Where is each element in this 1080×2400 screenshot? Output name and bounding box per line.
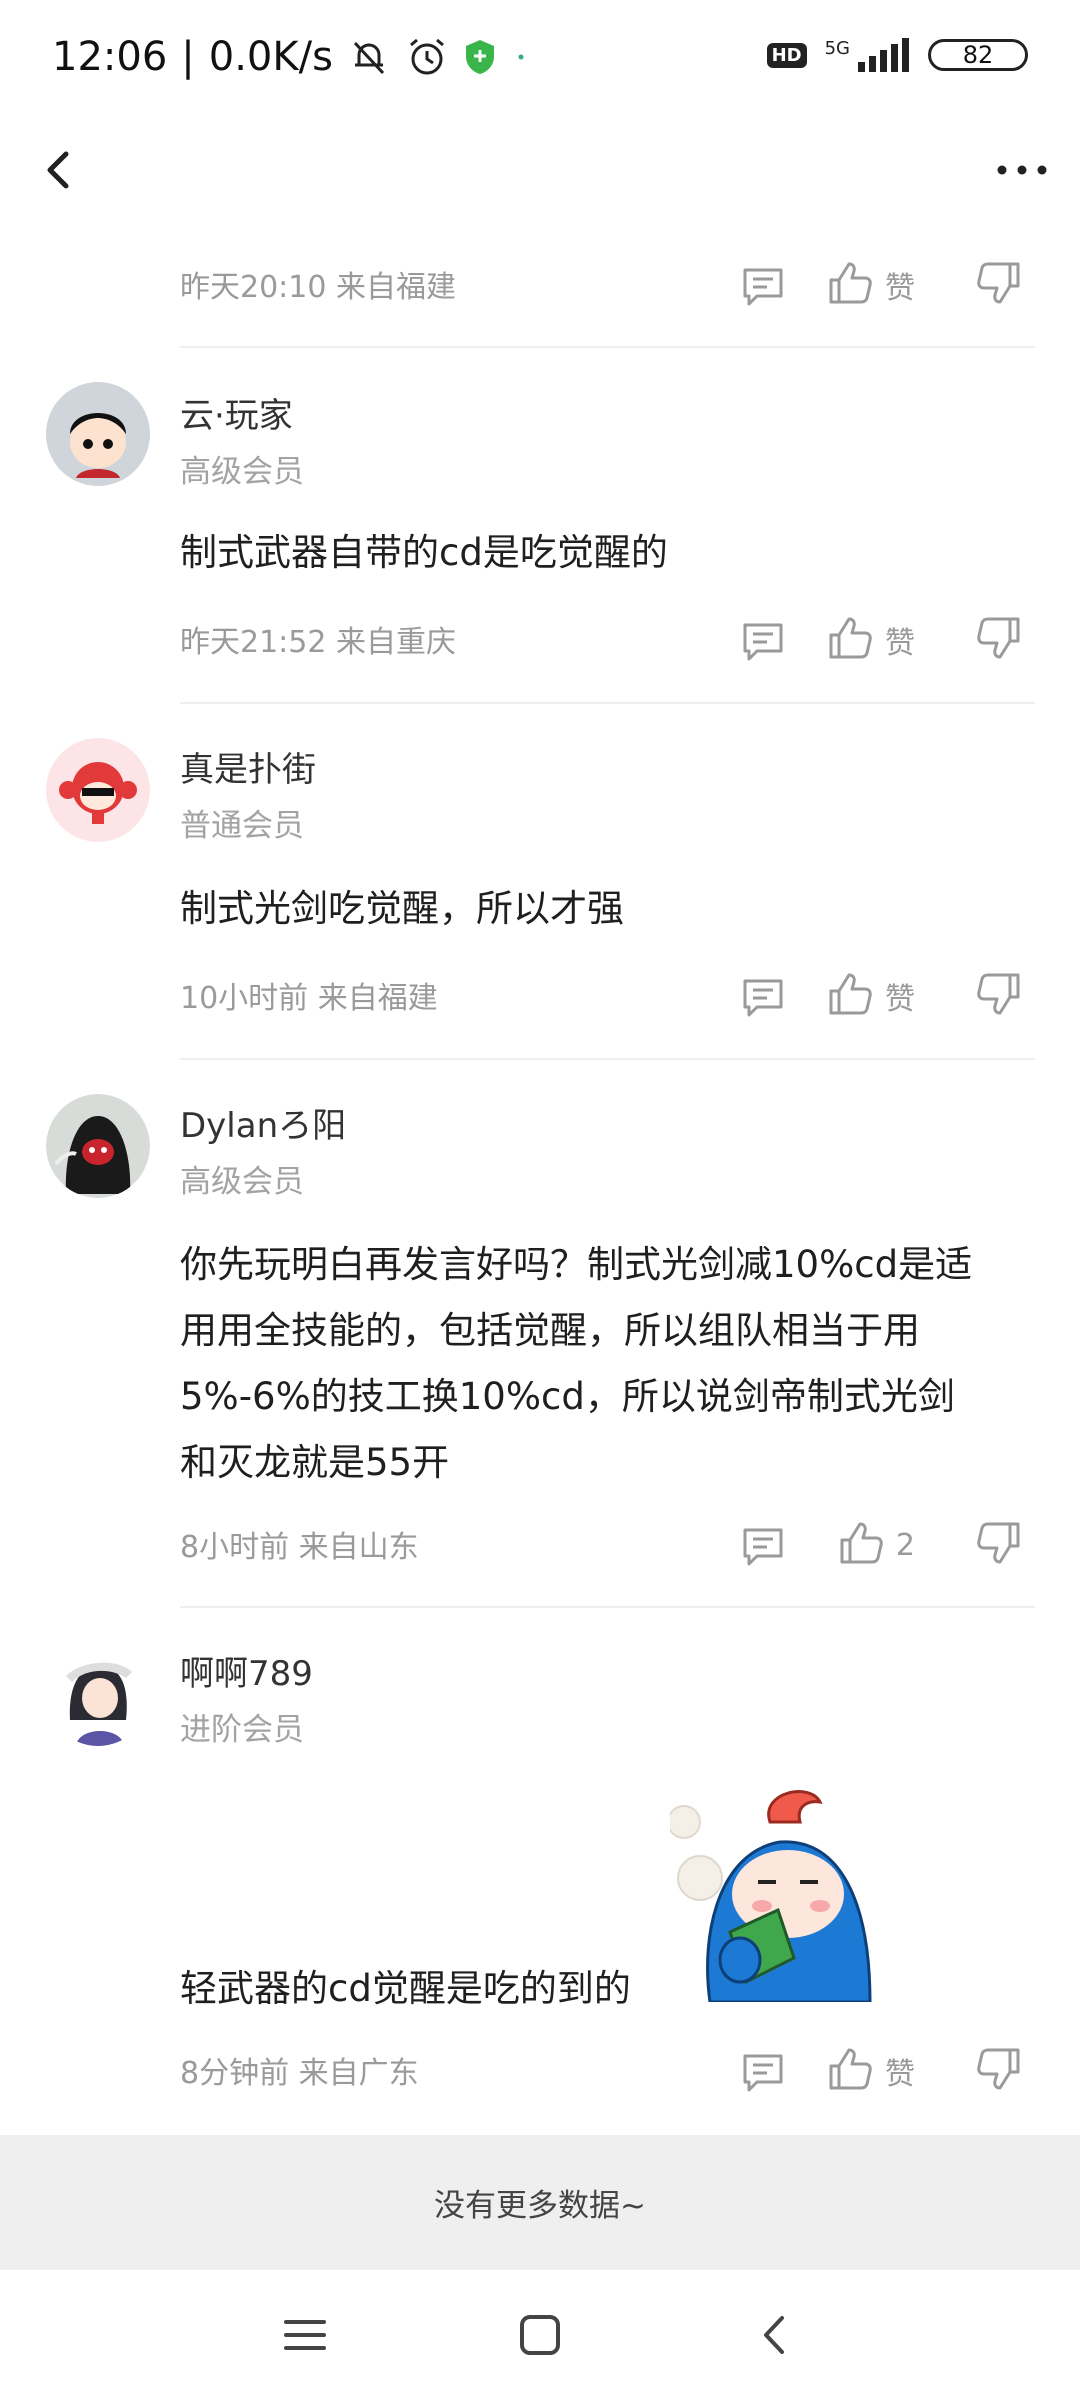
- comment-text-line: 和灭龙就是55开: [180, 1441, 450, 1484]
- thumbs-down-icon[interactable]: [976, 260, 1020, 304]
- thumbs-up-icon: [838, 1520, 884, 1570]
- reply-icon[interactable]: [741, 1524, 785, 1568]
- top-nav: [0, 120, 1080, 220]
- thumbs-up-icon: [827, 971, 873, 1021]
- reply-icon[interactable]: [741, 975, 785, 1019]
- username[interactable]: Dylanろ阳: [180, 1098, 346, 1147]
- hd-badge: HD: [766, 42, 807, 68]
- like-count: 赞: [885, 626, 915, 661]
- thumbs-down-icon[interactable]: [976, 1520, 1020, 1564]
- alarm-icon: [405, 35, 449, 79]
- reply-icon[interactable]: [741, 264, 785, 308]
- comment-text-line: 用用全技能的，包括觉醒，所以组队相当于用: [180, 1309, 920, 1352]
- no-more-label: 没有更多数据~: [434, 2188, 646, 2224]
- like-button[interactable]: 赞: [827, 971, 915, 1021]
- comment-meta: 昨天21:52 来自重庆: [180, 625, 456, 660]
- battery-icon: 82: [928, 39, 1028, 71]
- comment-meta-row: 昨天21:52 来自重庆 赞: [180, 609, 1030, 669]
- comment-meta: 10小时前 来自福建: [180, 981, 438, 1016]
- status-bar: 12:06 | 0.0K/s HD 5G 82: [0, 0, 1080, 120]
- signal-icon: 5G: [825, 38, 910, 72]
- username[interactable]: 真是扑街: [180, 742, 316, 791]
- like-count: 赞: [885, 271, 915, 306]
- reply-icon[interactable]: [741, 2050, 785, 2094]
- divider: [180, 702, 1035, 704]
- avatar[interactable]: [46, 1642, 150, 1746]
- thumbs-down-icon[interactable]: [976, 615, 1020, 659]
- system-nav-bar: [0, 2270, 1080, 2400]
- menu-icon[interactable]: [280, 2310, 330, 2360]
- reply-icon[interactable]: [741, 619, 785, 663]
- thumbs-up-icon: [827, 615, 873, 665]
- like-button[interactable]: 赞: [827, 260, 915, 310]
- mute-bell-icon: [347, 35, 391, 79]
- thumbs-down-icon[interactable]: [976, 2046, 1020, 2090]
- comment-meta: 8分钟前 来自广东: [180, 2056, 419, 2091]
- member-level: 普通会员: [180, 808, 304, 844]
- thumbs-down-icon[interactable]: [976, 971, 1020, 1015]
- username[interactable]: 啊啊789: [180, 1646, 313, 1695]
- system-back-icon[interactable]: [750, 2310, 800, 2360]
- comment-text-line: 5%-6%的技工换10%cd，所以说剑帝制式光剑: [180, 1375, 955, 1418]
- comment-meta-row: 昨天20:10 来自福建 赞: [180, 254, 1030, 314]
- network-speed: 0.0K/s: [208, 34, 333, 80]
- comment-text: 轻武器的cd觉醒是吃的到的: [180, 1967, 631, 2010]
- member-level: 高级会员: [180, 1164, 304, 1200]
- back-icon[interactable]: [30, 140, 90, 200]
- comment-text: 你先玩明白再发言好吗？制式光剑减10%cd是适 用用全技能的，包括觉醒，所以组队…: [180, 1232, 1030, 1496]
- comment-text: 制式武器自带的cd是吃觉醒的: [180, 531, 668, 574]
- like-button[interactable]: 2: [838, 1520, 915, 1570]
- like-count: 2: [895, 1527, 915, 1563]
- member-level: 进阶会员: [180, 1712, 304, 1748]
- comment-meta: 昨天20:10 来自福建: [180, 270, 456, 305]
- home-icon[interactable]: [515, 2310, 565, 2360]
- divider: [180, 346, 1035, 348]
- avatar[interactable]: [46, 382, 150, 486]
- avatar[interactable]: [46, 738, 150, 842]
- username[interactable]: 云·玩家: [180, 388, 293, 437]
- avatar[interactable]: [46, 1094, 150, 1198]
- comment-text: 制式光剑吃觉醒，所以才强: [180, 887, 624, 930]
- like-button[interactable]: 赞: [827, 2046, 915, 2096]
- dot-icon: [511, 47, 531, 67]
- like-button[interactable]: 赞: [827, 615, 915, 665]
- shield-icon: [463, 38, 497, 76]
- comment-meta-row: 8分钟前 来自广东 赞: [180, 2040, 1030, 2100]
- divider: [180, 1606, 1035, 1608]
- like-count: 赞: [885, 2057, 915, 2092]
- thumbs-up-icon: [827, 2046, 873, 2096]
- member-level: 高级会员: [180, 454, 304, 490]
- thumbs-up-icon: [827, 260, 873, 310]
- status-time: 12:06: [52, 34, 168, 80]
- comment-text-line: 你先玩明白再发言好吗？制式光剑减10%cd是适: [180, 1243, 973, 1286]
- comment-meta-row: 10小时前 来自福建 赞: [180, 965, 1030, 1025]
- divider: [180, 1058, 1035, 1060]
- no-more-data: 没有更多数据~: [0, 2135, 1080, 2270]
- like-count: 赞: [885, 982, 915, 1017]
- more-options-icon[interactable]: [992, 150, 1052, 190]
- comment-meta-row: 8小时前 来自山东 2: [180, 1514, 1030, 1574]
- comment-meta: 8小时前 来自山东: [180, 1530, 419, 1565]
